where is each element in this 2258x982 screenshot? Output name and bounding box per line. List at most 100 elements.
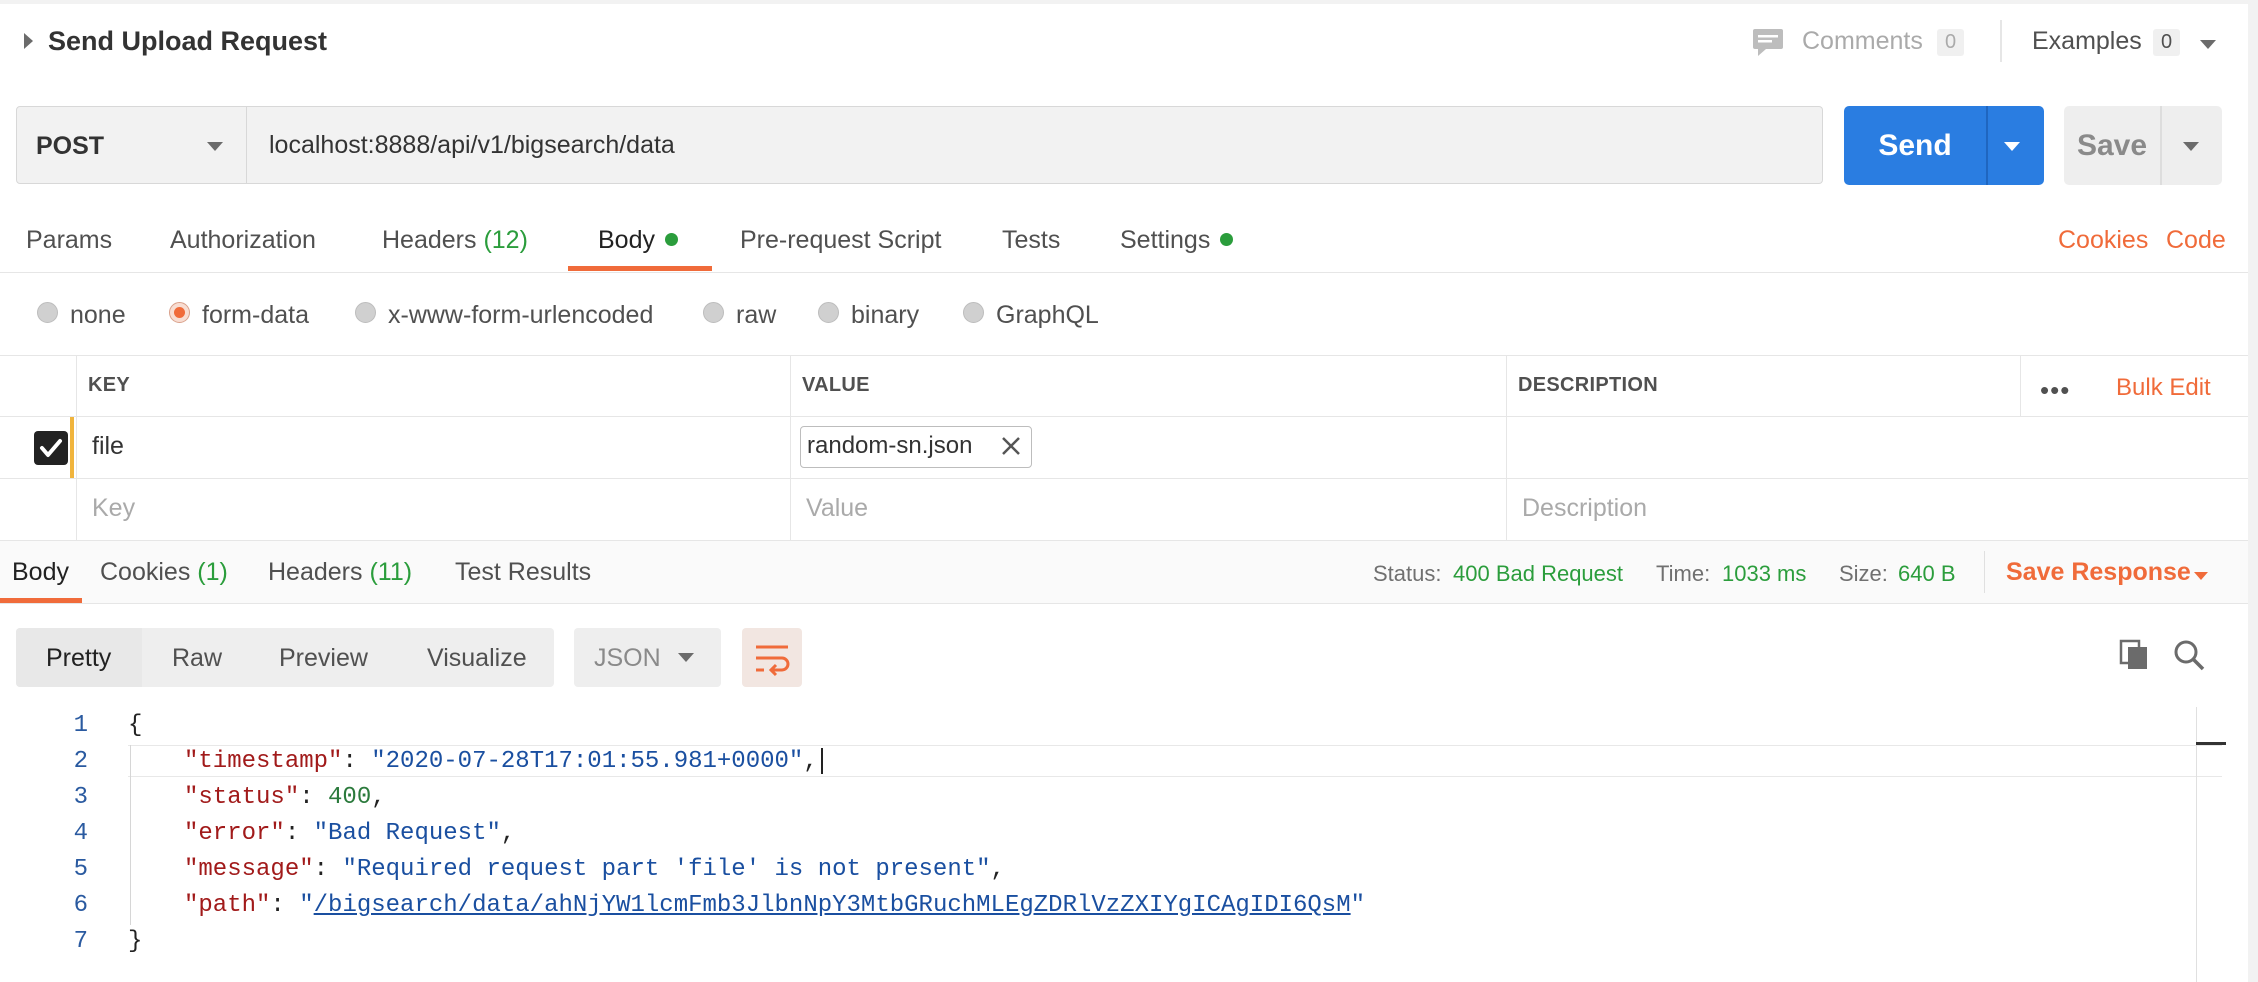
- view-tab-pretty[interactable]: Pretty: [46, 644, 111, 673]
- code-line[interactable]: "message": "Required request part 'file'…: [184, 856, 1005, 883]
- new-value-input[interactable]: Value: [806, 494, 868, 523]
- tab-headers[interactable]: Headers (12): [382, 226, 528, 255]
- new-key-input[interactable]: Key: [92, 494, 135, 523]
- new-description-input[interactable]: Description: [1522, 494, 1647, 523]
- radio-label-raw[interactable]: raw: [736, 301, 776, 330]
- code-line[interactable]: "status": 400,: [184, 784, 386, 811]
- top-strip: [0, 0, 2258, 4]
- save-options-chevron-icon[interactable]: [2183, 142, 2199, 151]
- line-number: 7: [73, 928, 88, 955]
- scrollbar-marker: [2196, 742, 2226, 745]
- bulk-edit-link[interactable]: Bulk Edit: [2116, 374, 2211, 402]
- examples-count-badge: 0: [2153, 29, 2181, 56]
- send-label[interactable]: Send: [1844, 106, 1986, 185]
- code-line[interactable]: "path": "/bigsearch/data/ahNjYW1lcmFmb3J…: [184, 892, 1365, 919]
- examples-button[interactable]: Examples: [2032, 27, 2142, 56]
- comments-button[interactable]: Comments: [1802, 27, 1923, 56]
- search-icon[interactable]: [2172, 638, 2206, 677]
- text-cursor: [821, 748, 823, 774]
- comment-icon[interactable]: [1752, 28, 1784, 63]
- body-indicator-dot: [664, 232, 678, 246]
- column-header-key: KEY: [88, 374, 131, 396]
- table-column-divider: [790, 355, 791, 541]
- line-number: 4: [73, 820, 88, 847]
- radio-label-none[interactable]: none: [70, 301, 126, 330]
- copy-icon[interactable]: [2118, 638, 2152, 677]
- radio-binary[interactable]: [818, 302, 839, 323]
- radio-x-www-form-urlencoded[interactable]: [355, 302, 376, 323]
- json-key: "message": [184, 856, 314, 883]
- json-key: "path": [184, 892, 271, 919]
- code-link[interactable]: Code: [2166, 226, 2226, 255]
- file-chip-label: random-sn.json: [807, 432, 973, 459]
- active-tab-underline: [568, 266, 712, 271]
- indent-guide: [130, 745, 131, 925]
- json-key: "status": [184, 784, 300, 811]
- radio-graphql[interactable]: [963, 302, 984, 323]
- tab-headers-count: (12): [483, 226, 528, 254]
- more-options-icon[interactable]: •••: [2040, 375, 2070, 406]
- response-tab-test-results[interactable]: Test Results: [455, 558, 591, 587]
- radio-none[interactable]: [37, 302, 58, 323]
- status-value[interactable]: 400 Bad Request: [1453, 561, 1623, 587]
- close-icon[interactable]: [999, 434, 1023, 463]
- wrap-lines-icon: [756, 645, 790, 677]
- line-number: 3: [73, 784, 88, 811]
- table-column-divider: [2020, 355, 2021, 416]
- code-line[interactable]: {: [128, 712, 142, 739]
- json-key: "timestamp": [184, 748, 343, 775]
- tab-params[interactable]: Params: [26, 226, 112, 255]
- tab-body[interactable]: Body: [598, 226, 678, 255]
- column-header-description: DESCRIPTION: [1518, 374, 1658, 396]
- caret-right-icon[interactable]: [24, 33, 33, 49]
- wrap-lines-button[interactable]: [742, 628, 802, 687]
- code-line[interactable]: }: [128, 928, 142, 955]
- table-header-border: [0, 416, 2248, 417]
- save-response-button[interactable]: Save Response: [2006, 558, 2191, 587]
- view-tab-preview[interactable]: Preview: [279, 644, 368, 673]
- code-line[interactable]: "timestamp": "2020-07-28T17:01:55.981+00…: [184, 748, 818, 775]
- window-right-edge: [2248, 0, 2258, 982]
- radio-label-form-data[interactable]: form-data: [202, 301, 309, 330]
- radio-label-binary[interactable]: binary: [851, 301, 919, 330]
- view-tab-visualize[interactable]: Visualize: [427, 644, 527, 673]
- chevron-down-icon: [678, 653, 694, 662]
- table-border-top: [0, 355, 2248, 356]
- row-hover-accent: [70, 417, 74, 478]
- chevron-down-icon[interactable]: [2194, 572, 2208, 580]
- editor-scrollbar[interactable]: [2196, 707, 2197, 982]
- tab-tests[interactable]: Tests: [1002, 226, 1060, 255]
- time-value[interactable]: 1033 ms: [1722, 561, 1806, 587]
- format-label: JSON: [594, 644, 661, 672]
- url-input[interactable]: [247, 106, 1823, 184]
- tab-authorization[interactable]: Authorization: [170, 226, 316, 255]
- radio-label-graphql[interactable]: GraphQL: [996, 301, 1099, 330]
- line-number: 6: [73, 892, 88, 919]
- table-column-divider: [1506, 355, 1507, 541]
- tab-headers-label: Headers: [382, 226, 477, 254]
- cookies-link[interactable]: Cookies: [2058, 226, 2148, 255]
- tab-pre-request-script[interactable]: Pre-request Script: [740, 226, 941, 255]
- tab-settings[interactable]: Settings: [1120, 226, 1234, 255]
- radio-raw[interactable]: [703, 302, 724, 323]
- param-key-cell[interactable]: file: [92, 432, 124, 461]
- code-line[interactable]: "error": "Bad Request",: [184, 820, 515, 847]
- save-label[interactable]: Save: [2064, 106, 2160, 185]
- json-key: "error": [184, 820, 285, 847]
- chevron-down-icon[interactable]: [2200, 40, 2216, 49]
- response-tabs-divider: [0, 603, 2248, 604]
- view-tab-raw[interactable]: Raw: [172, 644, 222, 673]
- response-tab-body[interactable]: Body: [12, 558, 69, 587]
- radio-form-data[interactable]: [169, 302, 190, 323]
- comments-count-badge: 0: [1937, 29, 1965, 56]
- header-divider: [2000, 20, 2002, 62]
- table-column-divider: [76, 355, 77, 541]
- size-value[interactable]: 640 B: [1898, 561, 1956, 587]
- response-tab-headers[interactable]: Headers (11): [268, 558, 412, 587]
- request-title[interactable]: Send Upload Request: [48, 26, 327, 57]
- status-label: Status:: [1373, 561, 1442, 586]
- send-options-chevron-icon[interactable]: [2004, 142, 2020, 151]
- radio-label-x-www-form-urlencoded[interactable]: x-www-form-urlencoded: [388, 301, 653, 330]
- json-url-link[interactable]: /bigsearch/data/ahNjYW1lcmFmb3JlbnNpY3Mt…: [314, 892, 1351, 919]
- response-tab-cookies[interactable]: Cookies (1): [100, 558, 228, 587]
